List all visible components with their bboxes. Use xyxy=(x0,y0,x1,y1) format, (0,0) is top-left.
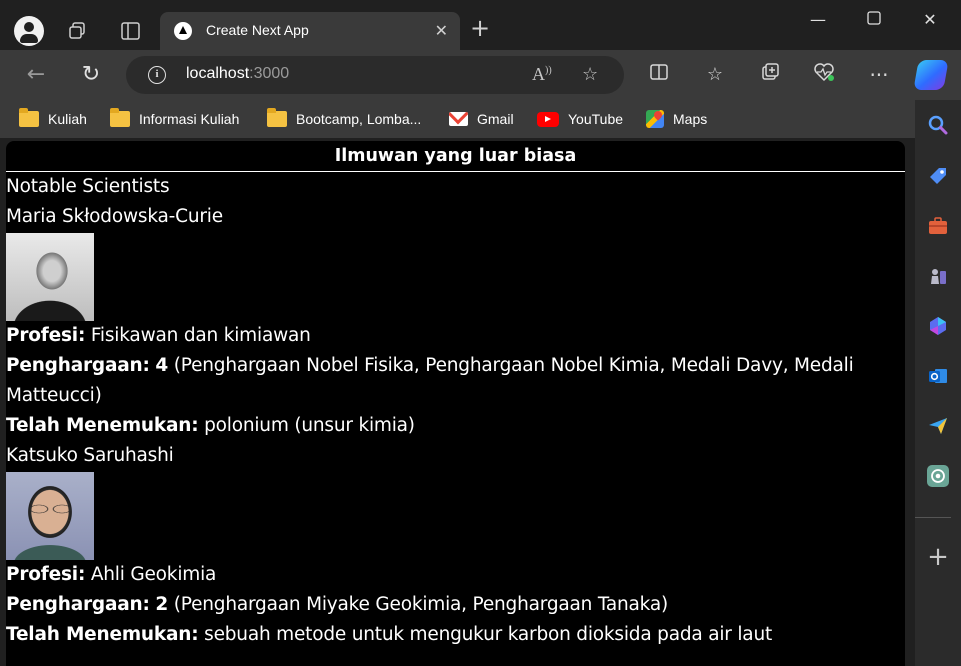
maximize-icon[interactable] xyxy=(864,10,884,30)
gmail-icon xyxy=(449,112,468,126)
minimize-icon[interactable]: — xyxy=(808,10,828,30)
awards-row: Penghargaan: 4 (Penghargaan Nobel Fisika… xyxy=(6,355,854,406)
bookmark-informasi-kuliah[interactable]: Informasi Kuliah xyxy=(110,108,240,129)
close-tab-icon[interactable]: ✕ xyxy=(435,21,448,40)
search-icon[interactable] xyxy=(922,109,954,141)
add-sidebar-item-icon[interactable]: + xyxy=(922,541,954,573)
tab-title: Create Next App xyxy=(206,22,309,38)
active-tab[interactable]: Create Next App ✕ xyxy=(160,12,460,50)
nextjs-favicon-icon xyxy=(174,22,192,40)
scientist-name: Maria Skłodowska-Curie xyxy=(6,206,223,227)
tools-briefcase-icon[interactable] xyxy=(922,210,954,242)
scientist-card: Katsuko Saruhashi Profesi: Ahli Geokimia… xyxy=(6,441,905,650)
back-icon[interactable]: ← xyxy=(24,63,48,87)
games-chess-icon[interactable] xyxy=(922,260,954,292)
bookmark-label: Bootcamp, Lomba... xyxy=(296,111,422,127)
address-bar[interactable]: i localhost:3000 A)) ☆ xyxy=(126,56,624,94)
bookmark-label: Informasi Kuliah xyxy=(139,111,240,127)
favorite-star-icon[interactable]: ☆ xyxy=(582,64,598,85)
microsoft-365-icon[interactable] xyxy=(922,310,954,342)
discovered-row: Telah Menemukan: sebuah metode untuk men… xyxy=(6,624,773,645)
page-title: Notable Scientists xyxy=(6,176,170,197)
tab-actions-icon[interactable] xyxy=(120,20,142,42)
sidebar-divider xyxy=(915,517,951,518)
info-icon[interactable]: i xyxy=(148,66,166,84)
profession-row: Profesi: Fisikawan dan kimiawan xyxy=(6,325,311,346)
profession-row: Profesi: Ahli Geokimia xyxy=(6,564,217,585)
refresh-icon[interactable]: ↻ xyxy=(79,63,103,87)
page-viewport: Ilmuwan yang luar biasa Notable Scientis… xyxy=(6,141,905,666)
youtube-icon xyxy=(537,111,559,127)
bookmark-label: Kuliah xyxy=(48,111,87,127)
favorites-icon[interactable]: ☆ xyxy=(702,62,728,88)
discovered-row: Telah Menemukan: polonium (unsur kimia) xyxy=(6,415,415,436)
browser-essentials-icon[interactable] xyxy=(811,62,837,88)
shopping-tag-icon[interactable] xyxy=(922,160,954,192)
bookmark-maps[interactable]: Maps xyxy=(646,109,707,129)
profile-avatar[interactable] xyxy=(14,16,44,46)
title-bar: Create Next App ✕ + — ✕ xyxy=(0,0,961,50)
chatgpt-icon[interactable] xyxy=(922,460,954,492)
maps-icon xyxy=(646,110,664,128)
folder-icon xyxy=(19,108,39,127)
scientist-name: Katsuko Saruhashi xyxy=(6,445,174,466)
bookmark-gmail[interactable]: Gmail xyxy=(449,109,514,129)
scientist-card: Maria Skłodowska-Curie Profesi: Fisikawa… xyxy=(6,202,905,441)
folder-icon xyxy=(267,108,287,127)
collections-icon[interactable] xyxy=(757,62,783,88)
close-window-icon[interactable]: ✕ xyxy=(920,10,940,30)
split-screen-icon[interactable] xyxy=(646,62,672,88)
outlook-icon[interactable] xyxy=(922,360,954,392)
bookmark-label: Maps xyxy=(673,111,708,127)
url-text[interactable]: localhost:3000 xyxy=(186,65,289,83)
awards-row: Penghargaan: 2 (Penghargaan Miyake Geoki… xyxy=(6,594,669,615)
scientist-photo xyxy=(6,233,94,321)
bookmark-label: Gmail xyxy=(477,111,514,127)
read-aloud-icon[interactable]: A)) xyxy=(532,64,552,85)
edge-sidebar: + xyxy=(915,100,961,666)
bookmark-youtube[interactable]: YouTube xyxy=(537,109,623,129)
new-tab-icon[interactable]: + xyxy=(470,16,490,40)
address-toolbar: ← ↻ i localhost:3000 A)) ☆ ☆ ··· xyxy=(0,50,961,100)
more-options-icon[interactable]: ··· xyxy=(866,62,892,88)
workspaces-icon[interactable] xyxy=(67,20,89,42)
bookmark-bootcamp-lomba[interactable]: Bootcamp, Lomba... xyxy=(267,108,422,129)
bookmark-label: YouTube xyxy=(568,111,624,127)
bookmarks-bar: Kuliah Informasi Kuliah Bootcamp, Lomba.… xyxy=(0,100,915,138)
bookmark-kuliah[interactable]: Kuliah xyxy=(19,108,87,129)
page-header: Ilmuwan yang luar biasa xyxy=(6,141,905,172)
copilot-icon[interactable] xyxy=(913,60,949,90)
scientist-photo xyxy=(6,472,94,560)
folder-icon xyxy=(110,108,130,127)
send-drop-icon[interactable] xyxy=(922,410,954,442)
